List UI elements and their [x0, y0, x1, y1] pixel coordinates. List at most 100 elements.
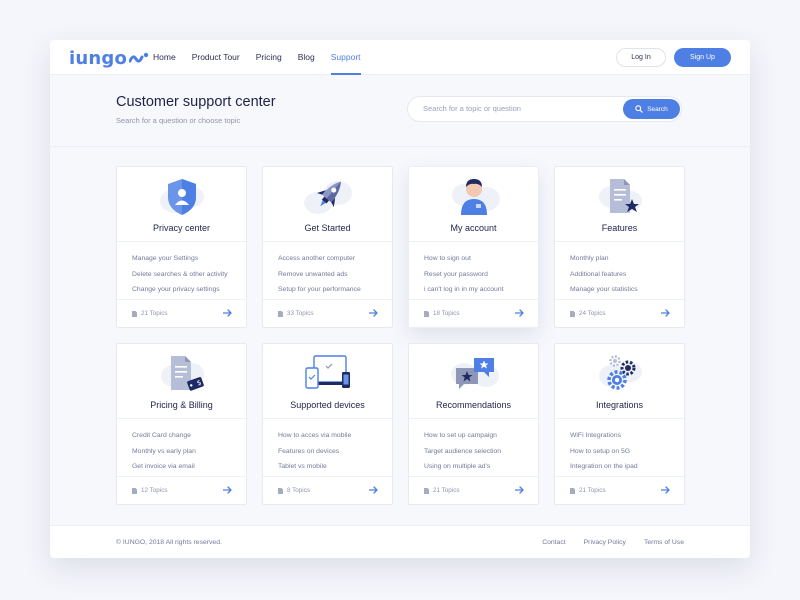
- card-link[interactable]: Remove unwanted ads: [278, 267, 361, 283]
- document-icon: [278, 487, 283, 494]
- footer-link-terms[interactable]: Terms of Use: [644, 526, 684, 558]
- nav-pricing[interactable]: Pricing: [256, 40, 282, 75]
- card-link[interactable]: Reset your password: [424, 267, 504, 283]
- card-title: Integrations: [595, 400, 644, 410]
- card-link[interactable]: Additional features: [570, 267, 638, 283]
- arrow-right-icon[interactable]: [369, 486, 378, 494]
- card-header: $ Pricing & Billing: [117, 344, 246, 419]
- brand-logo[interactable]: iungo: [69, 47, 149, 69]
- card-link[interactable]: Manage your Settings: [132, 251, 228, 267]
- card-link[interactable]: Monthly vs early plan: [132, 444, 196, 460]
- arrow-right-icon[interactable]: [223, 309, 232, 317]
- card-link[interactable]: Manage your statistics: [570, 282, 638, 298]
- nav-product-tour[interactable]: Product Tour: [192, 40, 240, 75]
- card-link[interactable]: WiFi Integrations: [570, 428, 638, 444]
- topic-card-my-account[interactable]: My account How to sign out Reset your pa…: [408, 166, 539, 328]
- card-link[interactable]: Access another computer: [278, 251, 361, 267]
- topics-count: 18 Topics: [424, 310, 460, 317]
- card-link[interactable]: How to sign out: [424, 251, 504, 267]
- arrow-right-icon[interactable]: [223, 486, 232, 494]
- card-header: Integrations: [555, 344, 684, 419]
- devices-icon: [305, 355, 350, 389]
- document-icon: [132, 487, 137, 494]
- card-link[interactable]: Tablet vs mobile: [278, 459, 351, 475]
- nav-support[interactable]: Support: [330, 40, 361, 75]
- arrow-right-icon[interactable]: [661, 309, 670, 317]
- topic-card-pricing-billing[interactable]: $ Pricing & Billing Credit Card change M…: [116, 343, 247, 505]
- card-header: Supported devices: [263, 344, 392, 419]
- footer-link-contact[interactable]: Contact: [542, 526, 565, 558]
- card-footer: 33 Topics: [263, 299, 392, 327]
- chat-star-icon: [451, 358, 499, 389]
- brand-name: iungo: [69, 47, 128, 69]
- search-button-label: Search: [647, 105, 668, 113]
- card-link[interactable]: How to set up campaign: [424, 428, 501, 444]
- card-link[interactable]: Credit Card change: [132, 428, 196, 444]
- card-header: Privacy center: [117, 167, 246, 242]
- topics-count-label: 21 Topics: [141, 310, 168, 317]
- card-title: Recommendations: [435, 400, 512, 410]
- search-button[interactable]: Search: [623, 99, 680, 119]
- card-title: Privacy center: [152, 223, 211, 233]
- brand-mark-icon: [129, 52, 149, 63]
- card-link[interactable]: Features on devices: [278, 444, 351, 460]
- topic-card-privacy[interactable]: Privacy center Manage your Settings Dele…: [116, 166, 247, 328]
- topic-card-features[interactable]: Features Monthly plan Additional feature…: [554, 166, 685, 328]
- footer-link-privacy-policy[interactable]: Privacy Policy: [584, 526, 626, 558]
- topic-card-supported-devices[interactable]: Supported devices How to acces via mobil…: [262, 343, 393, 505]
- document-icon: [570, 487, 575, 494]
- card-title: Pricing & Billing: [150, 400, 213, 410]
- login-button[interactable]: Log In: [616, 48, 666, 67]
- topics-count: 24 Topics: [570, 310, 606, 317]
- search-input[interactable]: Search for a topic or question: [423, 97, 521, 121]
- arrow-right-icon[interactable]: [515, 309, 524, 317]
- gears-icon: [599, 355, 642, 390]
- topic-card-recommendations[interactable]: Recommendations How to set up campaign T…: [408, 343, 539, 505]
- topic-card-integrations[interactable]: Integrations WiFi Integrations How to se…: [554, 343, 685, 505]
- arrow-right-icon[interactable]: [661, 486, 670, 494]
- card-link[interactable]: Integration on the ipad: [570, 459, 638, 475]
- app-window: iungo Home Product Tour Pricing Blog Sup…: [50, 40, 750, 558]
- signup-button[interactable]: Sign Up: [674, 48, 731, 67]
- topic-card-get-started[interactable]: Get Started Access another computer Remo…: [262, 166, 393, 328]
- search-bar: Search for a topic or question Search: [407, 96, 682, 122]
- card-link[interactable]: Monthly plan: [570, 251, 638, 267]
- document-icon: [278, 310, 283, 317]
- copyright-text: © IUNGO, 2018 All rights reserved.: [116, 539, 222, 546]
- document-icon: [570, 310, 575, 317]
- user-avatar-icon: [452, 179, 500, 215]
- card-links: Manage your Settings Delete searches & o…: [132, 251, 228, 298]
- topics-count-label: 8 Topics: [287, 487, 310, 494]
- card-footer: 21 Topics: [117, 299, 246, 327]
- arrow-right-icon[interactable]: [515, 486, 524, 494]
- card-link[interactable]: Delete searches & other activity: [132, 267, 228, 283]
- card-links: How to sign out Reset your password i ca…: [424, 251, 504, 298]
- search-icon: [635, 105, 643, 113]
- topics-count-label: 33 Topics: [287, 310, 314, 317]
- card-header: Features: [555, 167, 684, 242]
- card-link[interactable]: Using on multiple ad's: [424, 459, 501, 475]
- nav-home[interactable]: Home: [153, 40, 176, 75]
- arrow-right-icon[interactable]: [369, 309, 378, 317]
- card-links: WiFi Integrations How to setup on 5G Int…: [570, 428, 638, 475]
- document-star-icon: [599, 179, 642, 213]
- card-links: How to acces via mobile Features on devi…: [278, 428, 351, 475]
- topics-count: 33 Topics: [278, 310, 314, 317]
- card-footer: 12 Topics: [117, 476, 246, 504]
- card-link[interactable]: Get invoice via email: [132, 459, 196, 475]
- card-link[interactable]: How to setup on 5G: [570, 444, 638, 460]
- card-link[interactable]: Setup for your performance: [278, 282, 361, 298]
- card-link[interactable]: Change your privacy settings: [132, 282, 228, 298]
- document-icon: [424, 310, 429, 317]
- topics-count: 8 Topics: [278, 487, 310, 494]
- card-link[interactable]: i can't log in in my account: [424, 282, 504, 298]
- card-header: Recommendations: [409, 344, 538, 419]
- nav-blog[interactable]: Blog: [298, 40, 315, 75]
- card-header: Get Started: [263, 167, 392, 242]
- card-link[interactable]: Target audience selection: [424, 444, 501, 460]
- topics-count: 21 Topics: [570, 487, 606, 494]
- card-link[interactable]: How to acces via mobile: [278, 428, 351, 444]
- card-footer: 24 Topics: [555, 299, 684, 327]
- page-footer: © IUNGO, 2018 All rights reserved. Conta…: [50, 525, 750, 558]
- topics-count: 12 Topics: [132, 487, 168, 494]
